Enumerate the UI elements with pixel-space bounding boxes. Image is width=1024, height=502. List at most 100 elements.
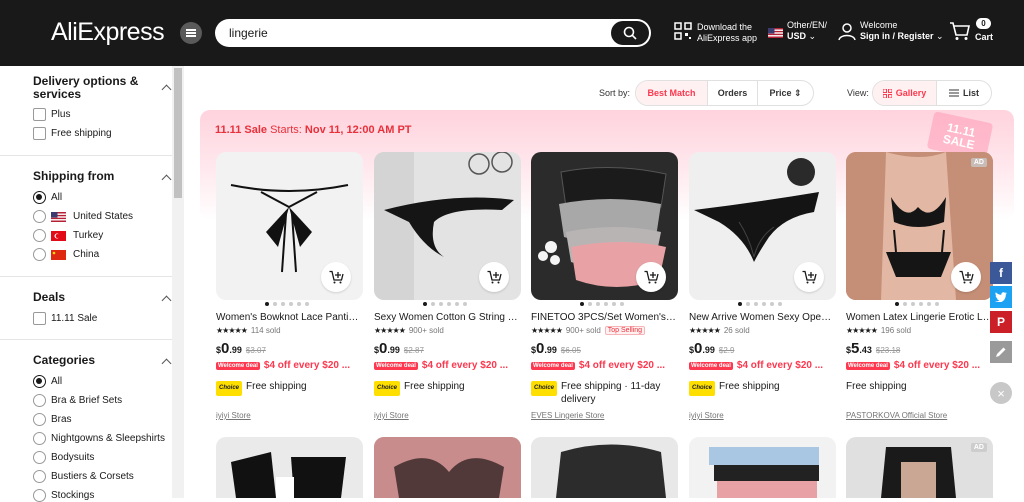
add-to-cart-button[interactable] bbox=[321, 262, 351, 292]
category-bodysuits[interactable]: Bodysuits bbox=[33, 451, 94, 464]
price-cents: .99 bbox=[387, 345, 400, 355]
category-bra-brief-sets[interactable]: Bra & Brief Sets bbox=[33, 394, 122, 407]
store-link[interactable]: iyiyi Store bbox=[216, 411, 251, 420]
edit-icon[interactable] bbox=[990, 341, 1012, 363]
aliexpress-logo[interactable]: AliExpress bbox=[51, 18, 165, 47]
category-nightgowns[interactable]: Nightgowns & Sleepshirts bbox=[33, 432, 165, 445]
search-button[interactable] bbox=[611, 21, 649, 45]
shipping-text: Free shipping bbox=[404, 381, 465, 392]
product-image[interactable] bbox=[531, 152, 678, 300]
product-image[interactable]: AD bbox=[846, 152, 993, 300]
sort-price[interactable]: Price ⇕ bbox=[758, 81, 813, 105]
add-to-cart-button[interactable] bbox=[951, 262, 981, 292]
category-bras[interactable]: Bras bbox=[33, 413, 72, 426]
image-carousel-dots[interactable] bbox=[895, 302, 939, 306]
menu-icon[interactable] bbox=[180, 22, 202, 44]
image-carousel-dots[interactable] bbox=[265, 302, 309, 306]
pinterest-share-icon[interactable]: P bbox=[990, 311, 1012, 333]
checkbox[interactable] bbox=[33, 108, 46, 121]
radio[interactable] bbox=[33, 191, 46, 204]
shipfrom-china[interactable]: China bbox=[33, 248, 99, 261]
cart-icon[interactable] bbox=[949, 21, 971, 41]
image-carousel-dots[interactable] bbox=[580, 302, 624, 306]
category-stockings[interactable]: Stockings bbox=[33, 489, 94, 502]
product-image[interactable] bbox=[689, 152, 836, 300]
product-card-9[interactable] bbox=[689, 437, 836, 498]
shipfrom-united-states[interactable]: United States bbox=[33, 210, 133, 223]
product-card-8[interactable] bbox=[531, 437, 678, 498]
view-list[interactable]: List bbox=[937, 81, 991, 105]
radio[interactable] bbox=[33, 210, 46, 223]
shipfrom-all[interactable]: All bbox=[33, 191, 62, 204]
locale-selector[interactable]: Other/EN/ USD ⌄ bbox=[787, 20, 827, 42]
radio[interactable] bbox=[33, 413, 46, 426]
radio[interactable] bbox=[33, 432, 46, 445]
product-card-10[interactable]: AD bbox=[846, 437, 993, 498]
qr-code-icon[interactable] bbox=[674, 22, 692, 40]
us-flag-icon bbox=[768, 28, 783, 38]
radio[interactable] bbox=[33, 451, 46, 464]
product-title[interactable]: Sexy Women Cotton G String Th... bbox=[374, 312, 521, 323]
store-link[interactable]: PASTORKOVA Official Store bbox=[846, 411, 947, 420]
radio[interactable] bbox=[33, 394, 46, 407]
ad-badge: AD bbox=[970, 158, 987, 167]
cart-label[interactable]: Cart bbox=[975, 32, 993, 43]
view-gallery[interactable]: Gallery bbox=[873, 81, 937, 105]
store-link[interactable]: iyiyi Store bbox=[374, 411, 409, 420]
add-cart-icon bbox=[959, 270, 974, 284]
sort-best-match[interactable]: Best Match bbox=[636, 81, 708, 105]
filter-free-shipping[interactable]: Free shipping bbox=[33, 127, 112, 140]
filter-11-11-sale[interactable]: 11.11 Sale bbox=[33, 312, 97, 325]
user-icon[interactable] bbox=[837, 21, 857, 41]
sidebar-scrollbar-thumb[interactable] bbox=[174, 68, 182, 198]
facebook-share-icon[interactable]: f bbox=[990, 262, 1012, 284]
product-title[interactable]: Women Latex Lingerie Erotic Le... bbox=[846, 312, 993, 323]
cart-count-badge: 0 bbox=[976, 18, 991, 29]
price-cents: .99 bbox=[702, 345, 715, 355]
category-all[interactable]: All bbox=[33, 375, 62, 388]
product-title[interactable]: Women's Bowknot Lace Panties... bbox=[216, 312, 363, 323]
shipping-text: Free shipping bbox=[846, 381, 907, 392]
checkbox[interactable] bbox=[33, 127, 46, 140]
add-to-cart-button[interactable] bbox=[794, 262, 824, 292]
deal-text: $4 off every $20 ... bbox=[893, 360, 981, 371]
checkbox[interactable] bbox=[33, 312, 46, 325]
welcome-deal: Welcome deal $4 off every $20 ... bbox=[531, 360, 681, 371]
add-cart-icon bbox=[329, 270, 344, 284]
twitter-share-icon[interactable] bbox=[990, 286, 1012, 308]
shipfrom-turkey[interactable]: Turkey bbox=[33, 229, 103, 242]
close-icon[interactable]: × bbox=[990, 382, 1012, 404]
search-input[interactable] bbox=[229, 24, 599, 42]
deal-text: $4 off every $20 ... bbox=[421, 360, 509, 371]
add-to-cart-button[interactable] bbox=[636, 262, 666, 292]
image-carousel-dots[interactable] bbox=[423, 302, 467, 306]
us-flag-icon bbox=[51, 211, 66, 222]
radio[interactable] bbox=[33, 229, 46, 242]
product-card-7[interactable] bbox=[374, 437, 521, 498]
image-carousel-dots[interactable] bbox=[738, 302, 782, 306]
product-image[interactable] bbox=[374, 152, 521, 300]
download-app-link[interactable]: Download the AliExpress app bbox=[697, 22, 757, 44]
radio[interactable] bbox=[33, 489, 46, 502]
account-menu[interactable]: Welcome Sign in / Register ⌄ bbox=[860, 20, 944, 42]
product-title[interactable]: New Arrive Women Sexy Openi... bbox=[689, 312, 836, 323]
product-image[interactable] bbox=[216, 152, 363, 300]
category-bustiers-corsets[interactable]: Bustiers & Corsets bbox=[33, 470, 134, 483]
radio[interactable] bbox=[33, 375, 46, 388]
store-link[interactable]: EVES Lingerie Store bbox=[531, 411, 604, 420]
radio[interactable] bbox=[33, 470, 46, 483]
radio[interactable] bbox=[33, 248, 46, 261]
sold-count: 26 sold bbox=[723, 326, 750, 335]
sort-orders[interactable]: Orders bbox=[708, 81, 758, 105]
search-bar bbox=[215, 19, 651, 47]
add-to-cart-button[interactable] bbox=[479, 262, 509, 292]
search-icon bbox=[623, 26, 637, 40]
store-link[interactable]: iyiyi Store bbox=[689, 411, 724, 420]
filter-plus[interactable]: Plus bbox=[33, 108, 70, 121]
welcome-deal-tag: Welcome deal bbox=[374, 361, 418, 370]
sign-in-register-link[interactable]: Sign in / Register bbox=[860, 31, 934, 41]
product-card-6[interactable] bbox=[216, 437, 363, 498]
product-price: $0.99 $3.07 bbox=[216, 340, 266, 357]
product-rating: ★★★★★ 196 sold bbox=[846, 326, 911, 335]
product-title[interactable]: FINETOO 3PCS/Set Women's Un... bbox=[531, 312, 678, 323]
